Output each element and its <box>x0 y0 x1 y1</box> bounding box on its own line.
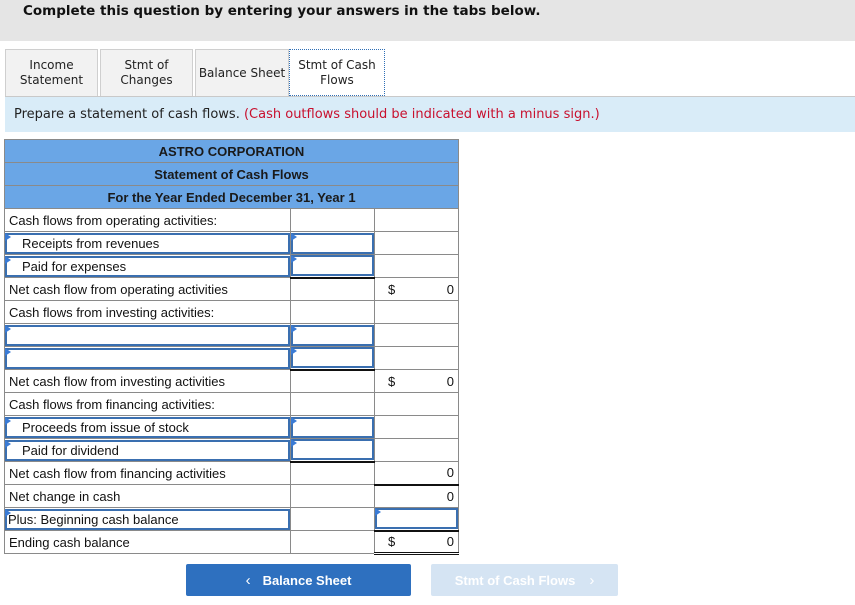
company-name: ASTRO CORPORATION <box>4 139 459 163</box>
table-row: Ending cash balance $0 <box>4 529 459 555</box>
empty-cell <box>290 276 375 301</box>
empty-cell <box>290 208 375 232</box>
empty-cell <box>374 300 459 324</box>
net-investing-label: Net cash flow from investing activities <box>9 373 226 389</box>
investing-item-2-amount-input[interactable] <box>291 347 374 369</box>
net-financing-label: Net cash flow from financing activities <box>9 465 226 481</box>
section-header-financing: Cash flows from financing activities: <box>9 396 215 412</box>
net-financing-value: 0 <box>446 465 454 481</box>
next-button-label: Stmt of Cash Flows <box>454 572 576 588</box>
financing-item-1-label-input[interactable]: Proceeds from issue of stock <box>5 416 290 438</box>
prompt-text: Prepare a statement of cash flows. <box>14 107 240 122</box>
operating-item-2-label-input[interactable]: Paid for expenses <box>5 255 290 277</box>
instruction-text: Complete this question by entering your … <box>23 3 541 19</box>
investing-item-2-label-input[interactable] <box>5 347 290 369</box>
operating-item-1-amount-input[interactable] <box>291 232 374 254</box>
statement-period: For the Year Ended December 31, Year 1 <box>4 185 459 209</box>
tab-label: Flows <box>320 72 354 87</box>
empty-cell <box>374 392 459 416</box>
tab-stmt-of-cash-flows[interactable]: Stmt of Cash Flows <box>289 49 385 96</box>
tab-stmt-of-changes[interactable]: Stmt of Changes <box>100 49 193 96</box>
cash-flow-statement-table: ASTRO CORPORATION Statement of Cash Flow… <box>4 139 459 555</box>
empty-cell <box>290 368 375 393</box>
table-row: Net cash flow from investing activities … <box>4 368 459 393</box>
table-row: Net cash flow from operating activities … <box>4 276 459 301</box>
net-operating-value: 0 <box>446 281 454 297</box>
operating-item-1-label-input[interactable]: Receipts from revenues <box>5 232 290 254</box>
table-row: Paid for expenses <box>4 254 459 278</box>
tab-label: Statement <box>19 73 84 87</box>
net-change-value: 0 <box>446 488 454 504</box>
investing-item-1-label-input[interactable] <box>5 324 290 346</box>
financing-item-2-label-input[interactable]: Paid for dividend <box>5 439 290 461</box>
chevron-left-icon: ‹ <box>245 571 251 589</box>
chevron-right-icon: › <box>589 571 595 589</box>
input-value: Paid for expenses <box>22 258 127 274</box>
statement-title: Statement of Cash Flows <box>4 162 459 186</box>
investing-item-1-amount-input[interactable] <box>291 324 374 346</box>
prev-balance-sheet-button[interactable]: ‹ Balance Sheet <box>186 564 411 596</box>
empty-cell <box>290 507 375 531</box>
input-value: Plus: Beginning cash balance <box>8 511 179 527</box>
currency-symbol: $ <box>388 534 396 550</box>
table-row: Cash flows from operating activities: <box>4 208 459 232</box>
tab-label: Changes <box>120 73 173 87</box>
table-row: Net change in cash 0 <box>4 483 459 508</box>
beginning-balance-amount-input[interactable] <box>375 508 458 530</box>
empty-cell <box>374 415 459 439</box>
empty-cell <box>290 392 375 416</box>
table-row: Paid for dividend <box>4 438 459 462</box>
tab-label: Income <box>29 58 74 72</box>
table-row: Cash flows from investing activities: <box>4 300 459 324</box>
operating-item-2-amount-input[interactable] <box>291 255 374 277</box>
empty-cell <box>374 231 459 255</box>
tab-label: Stmt of <box>124 58 169 72</box>
beginning-balance-label-input[interactable]: Plus: Beginning cash balance <box>5 508 290 530</box>
empty-cell <box>290 460 375 485</box>
empty-cell <box>374 208 459 232</box>
tab-balance-sheet[interactable]: Balance Sheet <box>195 49 289 96</box>
table-row: Receipts from revenues <box>4 231 459 255</box>
empty-cell <box>290 484 375 508</box>
ending-balance-value: 0 <box>446 534 454 550</box>
empty-cell <box>374 254 459 278</box>
prev-button-label: Balance Sheet <box>262 572 352 588</box>
prompt-bar: Prepare a statement of cash flows. (Cash… <box>5 97 855 132</box>
tab-label: Balance Sheet <box>198 65 286 80</box>
table-row <box>4 323 459 347</box>
table-row: Net cash flow from financing activities … <box>4 460 459 485</box>
tab-income-statement[interactable]: Income Statement <box>5 49 98 96</box>
net-operating-label: Net cash flow from operating activities <box>9 281 228 297</box>
input-value: Proceeds from issue of stock <box>22 419 189 435</box>
table-row <box>4 346 459 370</box>
section-header-investing: Cash flows from investing activities: <box>9 304 215 320</box>
empty-cell <box>374 438 459 462</box>
empty-cell <box>374 346 459 370</box>
currency-symbol: $ <box>388 281 396 297</box>
prompt-note: (Cash outflows should be indicated with … <box>243 107 600 122</box>
table-row: Proceeds from issue of stock <box>4 415 459 439</box>
table-row: Cash flows from financing activities: <box>4 392 459 416</box>
input-value: Paid for dividend <box>22 442 119 458</box>
financing-item-2-amount-input[interactable] <box>291 439 374 461</box>
net-change-label: Net change in cash <box>9 488 121 504</box>
tab-label: Stmt of Cash <box>298 57 376 72</box>
section-header-operating: Cash flows from operating activities: <box>9 212 218 228</box>
currency-symbol: $ <box>388 373 396 389</box>
net-investing-value: 0 <box>446 373 454 389</box>
empty-cell <box>290 530 375 554</box>
input-value: Receipts from revenues <box>22 235 160 251</box>
financing-item-1-amount-input[interactable] <box>291 416 374 438</box>
empty-cell <box>290 300 375 324</box>
instruction-bar: Complete this question by entering your … <box>0 0 855 41</box>
empty-cell <box>374 323 459 347</box>
table-row: Plus: Beginning cash balance <box>4 507 459 531</box>
next-stmt-of-cash-flows-button[interactable]: Stmt of Cash Flows › <box>431 564 618 596</box>
ending-balance-label: Ending cash balance <box>9 534 130 550</box>
